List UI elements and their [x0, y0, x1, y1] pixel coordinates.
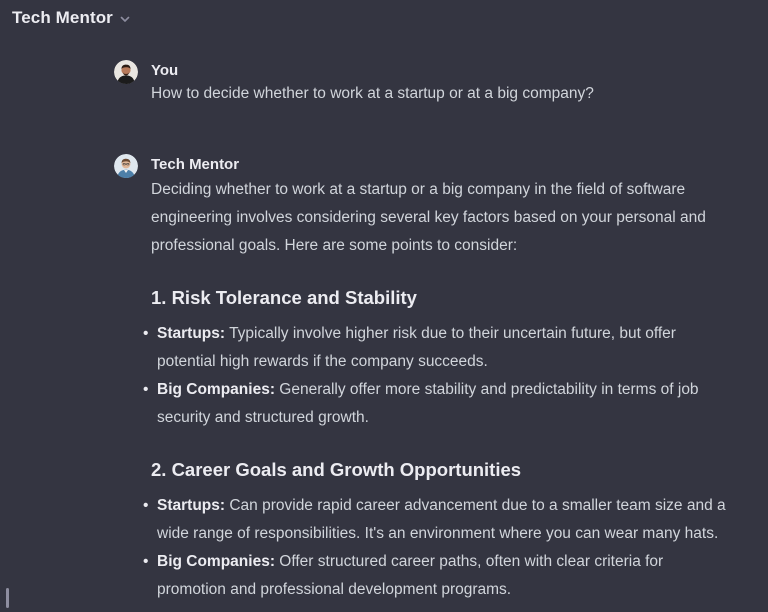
list-item: • Startups: Typically involve higher risk… [143, 320, 734, 376]
model-selector[interactable]: Tech Mentor [12, 6, 131, 30]
section-heading: 2. Career Goals and Growth Opportunities [151, 459, 522, 480]
bullet-icon: • [143, 381, 149, 398]
list-item: • Big Companies: Generally offer more sta… [143, 376, 734, 432]
point-label: Big Companies: [157, 381, 275, 398]
scrollbar-handle[interactable] [6, 588, 9, 608]
bullet-icon: • [143, 325, 149, 342]
bullet-icon: • [143, 553, 149, 570]
assistant-message: Tech Mentor Deciding whether to work at … [114, 154, 734, 604]
bullet-icon: • [143, 497, 149, 514]
list-item: • Startups: Can provide rapid career adva… [143, 492, 734, 548]
list-item: • Big Companies: Offer structured career … [143, 548, 734, 604]
point-label: Startups: [157, 325, 226, 342]
point-label: Big Companies: [157, 553, 275, 570]
chevron-down-icon [120, 16, 130, 22]
section-heading: 1. Risk Tolerance and Stability [151, 287, 417, 308]
model-title: Tech Mentor [12, 8, 113, 27]
point-text: Can provide rapid career advancement due… [157, 497, 726, 542]
user-message-text: How to decide whether to work at a start… [151, 85, 594, 102]
bullet-list: • Startups: Typically involve higher risk… [143, 320, 734, 432]
bullet-list: • Startups: Can provide rapid career adva… [143, 492, 734, 604]
point-text: Typically involve higher risk due to the… [157, 325, 676, 370]
user-author: You [151, 62, 179, 79]
point-label: Startups: [157, 497, 226, 514]
user-avatar [114, 60, 138, 84]
assistant-intro: Deciding whether to work at a startup or… [151, 181, 706, 254]
assistant-avatar [114, 154, 138, 178]
user-message: You How to decide whether to work at a s… [114, 60, 734, 106]
assistant-author: Tech Mentor [151, 156, 240, 173]
chat-window: Tech Mentor You How to decide whether to… [0, 0, 768, 612]
